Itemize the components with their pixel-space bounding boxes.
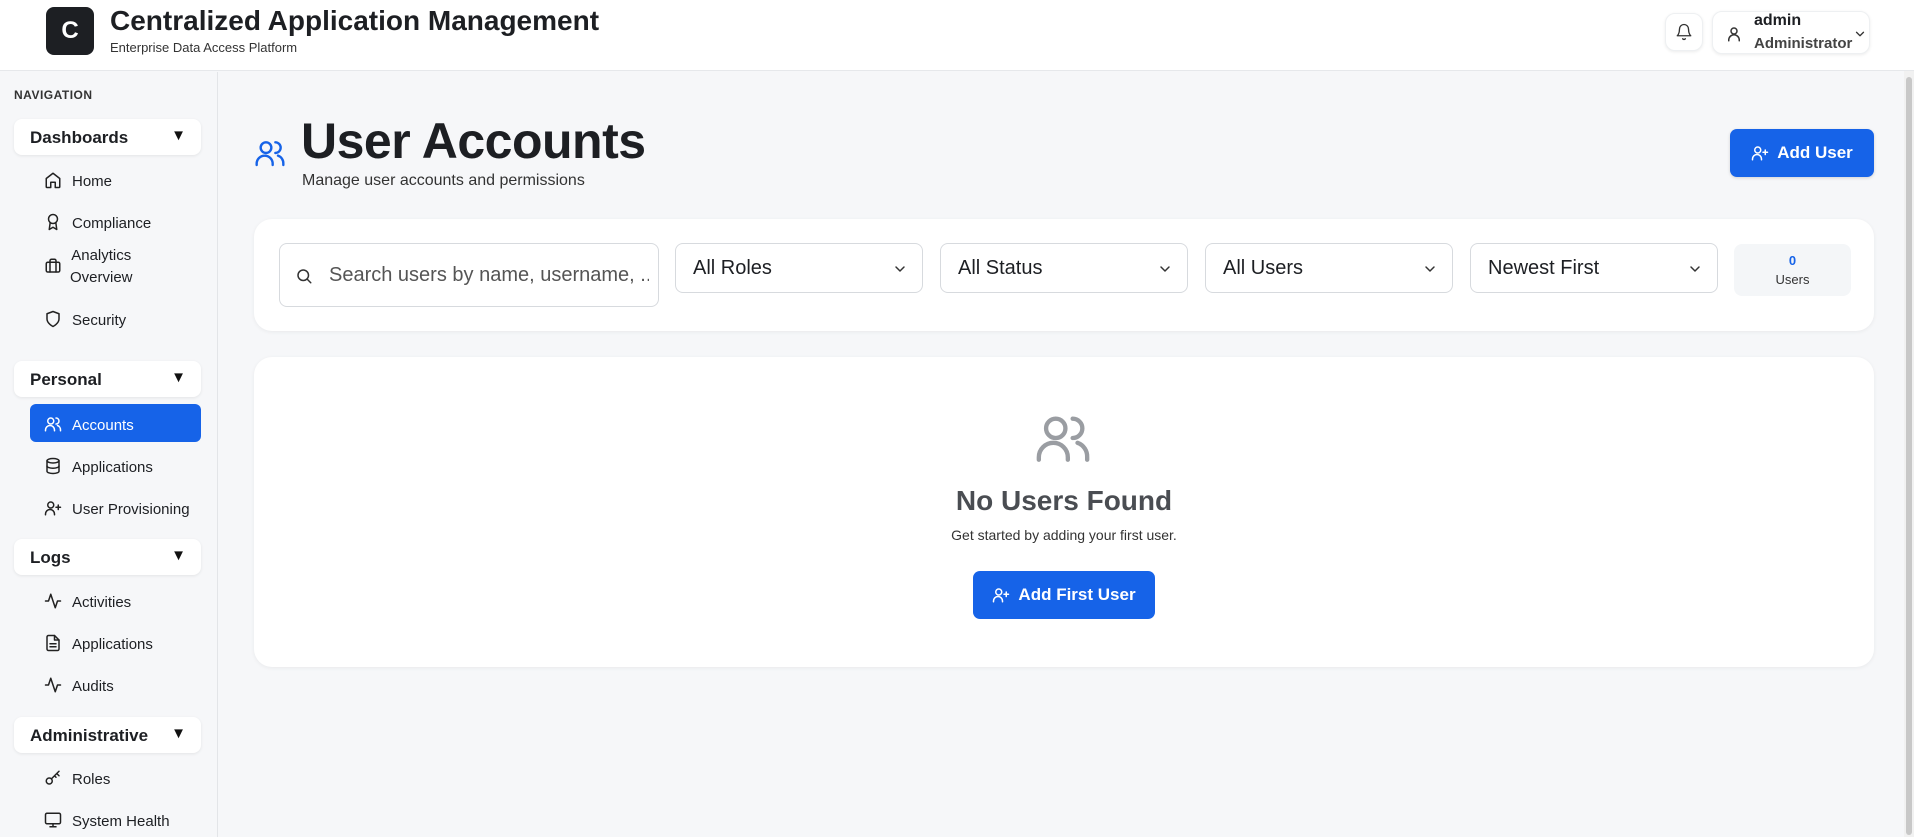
sidebar-item-activities[interactable]: Activities	[30, 581, 201, 619]
user-plus-icon	[1751, 146, 1769, 161]
sidebar-item-applications[interactable]: Applications	[30, 446, 201, 484]
scrollbar-thumb[interactable]	[1906, 77, 1912, 835]
add-first-user-button[interactable]: Add First User	[973, 571, 1155, 619]
sidebar-item-label: Activities	[72, 594, 132, 611]
group-label: Dashboards	[30, 128, 129, 147]
sidebar-item-log-applications[interactable]: Applications	[30, 623, 201, 661]
user-menu-button[interactable]: admin Administrator	[1712, 11, 1870, 54]
filter-card: Search users by name, username, .. All R…	[254, 219, 1874, 331]
activity-icon	[44, 677, 62, 693]
sidebar-item-label: Compliance	[72, 215, 152, 232]
role-filter-value: All Roles	[693, 257, 772, 279]
activity-icon	[44, 593, 62, 609]
status-filter-select[interactable]: All Status	[940, 243, 1188, 293]
page-subtitle: Manage user accounts and permissions	[302, 172, 585, 189]
sidebar-item-system-health[interactable]: System Health	[30, 800, 201, 837]
chevron-down-icon	[895, 266, 905, 272]
add-first-user-label: Add First User	[1018, 585, 1136, 604]
sidebar-item-roles[interactable]: Roles	[30, 758, 201, 796]
sidebar-item-accounts[interactable]: Accounts	[30, 404, 201, 442]
sort-value: Newest First	[1488, 257, 1600, 279]
users-filter-value: All Users	[1223, 257, 1304, 279]
search-icon	[297, 269, 312, 284]
bell-icon	[1676, 23, 1692, 41]
empty-state-text: Get started by adding your first user.	[951, 527, 1177, 543]
caret-down-icon: ▼	[171, 369, 186, 386]
notifications-button[interactable]	[1665, 13, 1703, 51]
role-filter-select[interactable]: All Roles	[675, 243, 923, 293]
sidebar-item-label: Audits	[72, 678, 114, 695]
sidebar-item-compliance[interactable]: Compliance	[30, 202, 201, 240]
group-label: Logs	[30, 548, 71, 567]
app-header: C Centralized Application Management Ent…	[0, 0, 1914, 71]
shield-icon	[46, 310, 60, 328]
sidebar-item-label: Analytics Overview	[70, 247, 133, 286]
award-icon	[47, 213, 59, 231]
app-subtitle: Enterprise Data Access Platform	[110, 40, 298, 55]
group-logs[interactable]: Logs ▼	[14, 539, 201, 575]
users-filter-select[interactable]: All Users	[1205, 243, 1453, 293]
sidebar-item-label: Home	[72, 173, 113, 190]
sidebar-item-label: Applications	[72, 459, 153, 476]
user-plus-icon	[993, 588, 1010, 603]
sidebar-item-label: Accounts	[72, 417, 134, 434]
group-label: Administrative	[30, 726, 149, 745]
sidebar-item-user-provisioning[interactable]: User Provisioning	[30, 488, 201, 526]
page-title: User Accounts	[301, 113, 646, 169]
sidebar-item-security[interactable]: Security	[30, 299, 201, 337]
empty-state-card: No Users Found Get started by adding you…	[254, 357, 1874, 667]
app-title: Centralized Application Management	[110, 5, 600, 36]
add-user-button[interactable]: Add User	[1730, 129, 1874, 177]
user-plus-icon	[44, 501, 62, 516]
key-icon	[45, 770, 60, 785]
caret-down-icon: ▼	[171, 725, 186, 742]
user-role: Administrator	[1754, 35, 1853, 52]
search-input[interactable]: Search users by name, username, ..	[279, 243, 659, 307]
sidebar-item-label: System Health	[72, 813, 170, 830]
add-user-label: Add User	[1777, 143, 1853, 162]
nav-heading: NAVIGATION	[14, 88, 93, 102]
sidebar-item-label: Security	[72, 312, 127, 329]
user-count-label: Users	[1775, 272, 1810, 287]
sidebar: NAVIGATION Dashboards ▼ Home Compliance …	[0, 72, 218, 837]
caret-down-icon: ▼	[171, 127, 186, 144]
monitor-icon	[44, 812, 62, 828]
page-scrollbar[interactable]	[1904, 71, 1914, 837]
search-placeholder: Search users by name, username, ..	[329, 264, 649, 286]
users-icon	[255, 141, 285, 167]
group-label: Personal	[30, 370, 102, 389]
user-icon	[1723, 23, 1745, 45]
home-icon	[45, 172, 61, 189]
empty-state-title: No Users Found	[955, 485, 1173, 516]
group-dashboards[interactable]: Dashboards ▼	[14, 119, 201, 155]
user-name: admin	[1754, 12, 1802, 29]
chevron-down-icon	[1690, 266, 1700, 272]
status-filter-value: All Status	[958, 257, 1043, 279]
app-logo[interactable]: C	[46, 7, 94, 55]
user-count-badge: 0 Users	[1734, 244, 1851, 296]
chevron-down-icon	[1425, 266, 1435, 272]
sidebar-item-label: Applications	[72, 636, 153, 653]
sidebar-item-analytics-overview[interactable]: Analytics Overview	[30, 244, 201, 292]
group-personal[interactable]: Personal ▼	[14, 361, 201, 397]
sort-select[interactable]: Newest First	[1470, 243, 1718, 293]
user-count-value: 0	[1788, 253, 1797, 268]
sidebar-item-label: User Provisioning	[72, 501, 190, 518]
sidebar-item-audits[interactable]: Audits	[30, 665, 201, 703]
caret-down-icon: ▼	[171, 547, 186, 564]
database-icon	[46, 457, 60, 475]
chevron-down-icon	[1855, 31, 1865, 37]
group-administrative[interactable]: Administrative ▼	[14, 717, 201, 753]
chevron-down-icon	[1160, 266, 1170, 272]
briefcase-icon	[45, 258, 61, 273]
users-icon	[44, 417, 62, 432]
users-icon	[1036, 416, 1090, 462]
sidebar-item-home[interactable]: Home	[30, 160, 201, 198]
file-text-icon	[46, 634, 60, 652]
sidebar-item-label: Roles	[72, 771, 111, 788]
